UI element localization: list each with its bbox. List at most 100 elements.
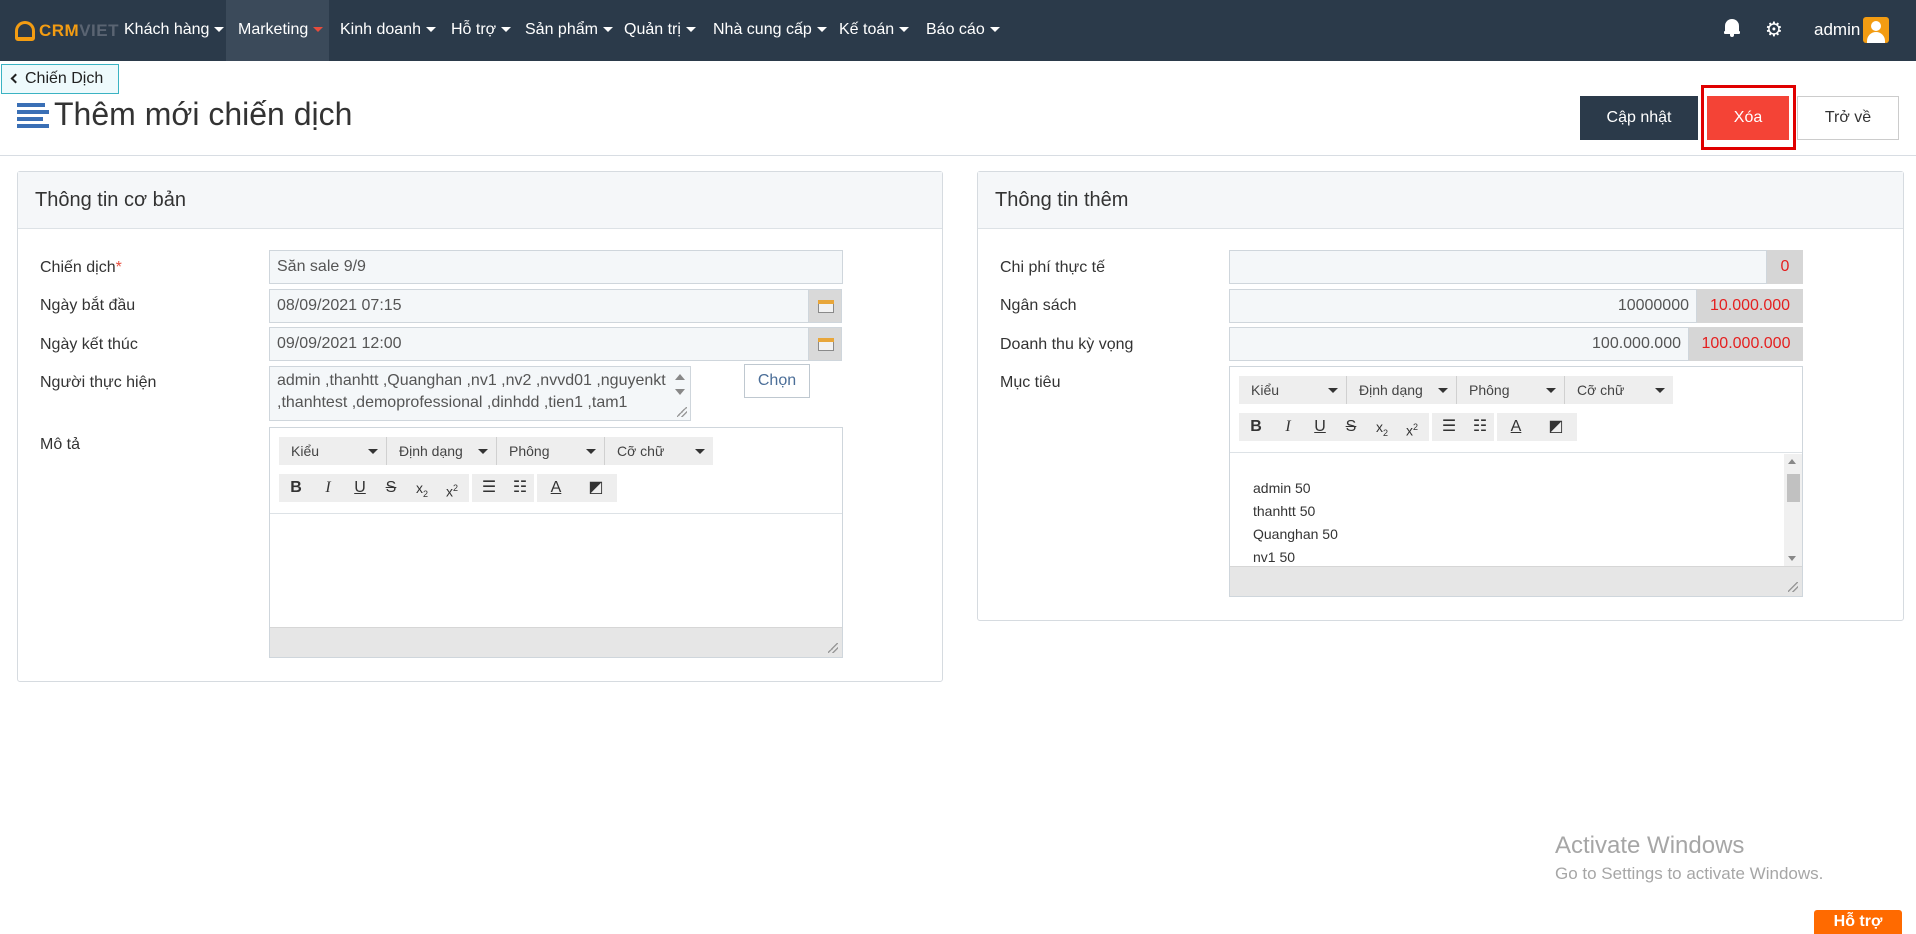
strikethrough-icon[interactable]: S (377, 474, 405, 502)
bold-icon[interactable]: B (1242, 413, 1270, 441)
budget-label: Ngân sách (1000, 297, 1077, 314)
editor-toolbar: Kiểu Định dạng Phông Cỡ chữ B I U S x2 x… (1230, 367, 1802, 453)
nav-label: Kinh doanh (340, 21, 421, 38)
format-dropdown[interactable]: Định dạng (387, 437, 497, 465)
style-dropdown[interactable]: Kiểu (279, 437, 387, 465)
textarea-scrollbar[interactable] (670, 367, 690, 420)
subscript-icon[interactable]: x2 (408, 474, 436, 502)
nav-san-pham[interactable]: Sản phẩm (513, 0, 625, 61)
expected-revenue-formatted: 100.000.000 (1689, 327, 1803, 361)
nav-marketing[interactable]: Marketing (226, 0, 329, 61)
goal-content[interactable]: admin 50 thanhtt 50 Quanghan 50 nv1 50 (1253, 477, 1338, 569)
goal-line: thanhtt 50 (1253, 503, 1316, 519)
bell-icon[interactable] (1724, 18, 1740, 37)
italic-icon[interactable]: I (1274, 413, 1302, 441)
campaign-input[interactable]: Săn sale 9/9 (269, 250, 843, 284)
logo-crm-text: CRM (39, 21, 80, 40)
nav-ke-toan[interactable]: Kế toán (827, 0, 921, 61)
calendar-icon[interactable] (808, 289, 842, 323)
goal-scrollbar[interactable] (1784, 454, 1802, 567)
italic-icon[interactable]: I (314, 474, 342, 502)
subscript-icon[interactable]: x2 (1368, 413, 1396, 441)
goal-editor: Kiểu Định dạng Phông Cỡ chữ B I U S x2 x… (1229, 366, 1803, 597)
text-color-icon[interactable]: A (542, 474, 570, 502)
support-button[interactable]: Hỗ trợ (1814, 910, 1902, 934)
background-color-icon[interactable]: ◩ (582, 474, 610, 502)
font-size-dropdown[interactable]: Cỡ chữ (1565, 376, 1673, 404)
editor-statusbar (270, 627, 842, 657)
bullet-list-icon[interactable]: ☷ (1466, 413, 1494, 441)
numbered-list-icon[interactable]: ☰ (1435, 413, 1463, 441)
resize-handle[interactable] (677, 407, 687, 417)
description-label: Mô tả (40, 436, 81, 453)
assignee-textarea[interactable]: admin ,thanhtt ,Quanghan ,nv1 ,nv2 ,nvvd… (269, 366, 691, 421)
budget-input[interactable]: 10000000 (1229, 289, 1697, 323)
size-label: Cỡ chữ (617, 443, 665, 459)
bold-icon[interactable]: B (282, 474, 310, 502)
font-dropdown[interactable]: Phông (497, 437, 605, 465)
gear-icon[interactable]: ⚙ (1762, 17, 1786, 43)
format-label: Định dạng (1359, 382, 1423, 398)
end-date-input[interactable]: 09/09/2021 12:00 (269, 327, 809, 361)
resize-handle[interactable] (1788, 582, 1798, 592)
background-color-icon[interactable]: ◩ (1542, 413, 1570, 441)
page-title: Thêm mới chiến dịch (54, 96, 353, 132)
end-date-label: Ngày kết thúc (40, 336, 138, 353)
return-button[interactable]: Trở về (1797, 96, 1899, 140)
nav-nha-cung-cap[interactable]: Nhà cung cấp (701, 0, 839, 61)
resize-handle[interactable] (828, 643, 838, 653)
delete-button[interactable]: Xóa (1707, 96, 1789, 140)
format-dropdown[interactable]: Định dạng (1347, 376, 1457, 404)
superscript-icon[interactable]: x2 (1398, 413, 1426, 441)
nav-kinh-doanh[interactable]: Kinh doanh (328, 0, 448, 61)
caret-down-icon (1328, 388, 1338, 393)
back-to-campaigns-button[interactable]: Chiến Dịch (1, 64, 119, 94)
underline-icon[interactable]: U (346, 474, 374, 502)
nav-quan-tri[interactable]: Quản trị (612, 0, 708, 61)
editor-toolbar: Kiểu Định dạng Phông Cỡ chữ B I U S x2 x… (270, 428, 842, 514)
extra-info-title: Thông tin thêm (995, 189, 1129, 211)
scroll-up-icon[interactable] (1788, 459, 1796, 464)
actual-cost-input[interactable] (1229, 250, 1767, 284)
nav-ho-tro[interactable]: Hỗ trợ (439, 0, 523, 61)
font-dropdown[interactable]: Phông (1457, 376, 1565, 404)
caret-down-icon (425, 27, 436, 33)
text-color-icon[interactable]: A (1502, 413, 1530, 441)
underline-icon[interactable]: U (1306, 413, 1334, 441)
start-date-input[interactable]: 08/09/2021 07:15 (269, 289, 809, 323)
scroll-down-icon[interactable] (675, 389, 685, 395)
font-size-dropdown[interactable]: Cỡ chữ (605, 437, 713, 465)
caret-down-icon (1546, 388, 1556, 393)
description-editor: Kiểu Định dạng Phông Cỡ chữ B I U S x2 x… (269, 427, 843, 658)
crmviet-logo[interactable]: CRM VIET (15, 18, 119, 44)
list-icon (17, 103, 49, 129)
extra-info-header: Thông tin thêm (978, 172, 1903, 229)
update-button[interactable]: Cập nhật (1580, 96, 1698, 140)
bullet-list-icon[interactable]: ☷ (506, 474, 534, 502)
header-divider (0, 155, 1916, 156)
choose-assignee-button[interactable]: Chọn (744, 364, 810, 398)
caret-down-icon (368, 449, 378, 454)
goal-line: admin 50 (1253, 480, 1311, 496)
scroll-up-icon[interactable] (675, 374, 685, 380)
user-name[interactable]: admin (1814, 0, 1860, 60)
style-label: Kiểu (291, 443, 320, 459)
nav-bao-cao[interactable]: Báo cáo (914, 0, 1012, 61)
expected-revenue-input[interactable]: 100.000.000 (1229, 327, 1689, 361)
scroll-down-icon[interactable] (1788, 556, 1796, 561)
strikethrough-icon[interactable]: S (1337, 413, 1365, 441)
budget-formatted: 10.000.000 (1697, 289, 1803, 323)
scrollbar-thumb[interactable] (1787, 474, 1800, 502)
superscript-icon[interactable]: x2 (438, 474, 466, 502)
avatar[interactable] (1863, 17, 1889, 43)
style-dropdown[interactable]: Kiểu (1239, 376, 1347, 404)
nav-label: Marketing (238, 21, 309, 38)
nav-label: Quản trị (624, 21, 681, 38)
numbered-list-icon[interactable]: ☰ (475, 474, 503, 502)
actual-cost-label: Chi phí thực tế (1000, 259, 1105, 276)
expected-revenue-label: Doanh thu kỳ vọng (1000, 336, 1134, 353)
nav-khach-hang[interactable]: Khách hàng (112, 0, 236, 61)
calendar-icon[interactable] (808, 327, 842, 361)
back-label: Chiến Dịch (25, 70, 104, 87)
assignee-label: Người thực hiện (40, 374, 157, 391)
